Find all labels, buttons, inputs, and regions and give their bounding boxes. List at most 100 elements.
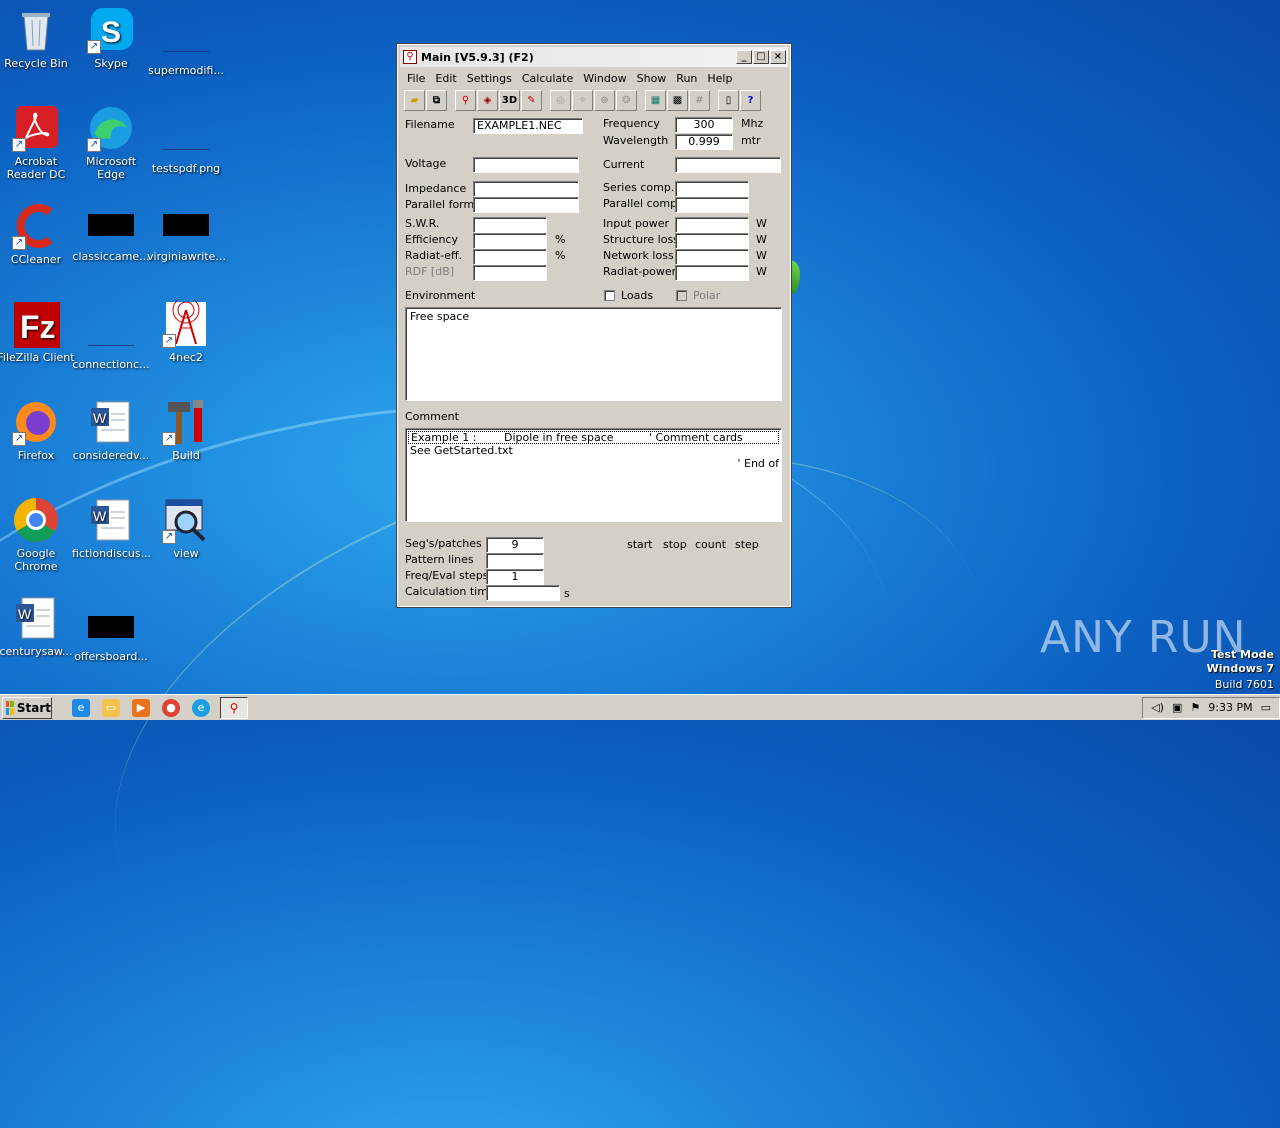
desktop-icon-view[interactable]: ↗ view (147, 496, 225, 560)
volume-icon[interactable]: ◁) (1151, 701, 1164, 714)
filename-field[interactable]: EXAMPLE1.NEC (473, 118, 583, 134)
desktop-icon-supermodifi[interactable]: supermodifi... (147, 6, 225, 77)
comment-cell: Dipole in free space (504, 431, 614, 444)
maximize-button[interactable]: □ (753, 50, 769, 64)
radiat-eff-field[interactable] (473, 249, 547, 265)
desktop-icon-ccleaner[interactable]: ↗ CCleaner (0, 202, 75, 266)
desktop-icon-label: Skype (94, 57, 128, 70)
menu-settings[interactable]: Settings (462, 71, 517, 86)
voltage-field[interactable] (473, 157, 579, 173)
word-document-icon: W (12, 594, 60, 642)
wavelength-field[interactable]: 0.999 (675, 134, 733, 150)
environment-textarea[interactable]: Free space (405, 307, 782, 401)
network-loss-field[interactable] (675, 249, 749, 265)
structure-loss-field[interactable] (675, 233, 749, 249)
desktop-icon-consideredv[interactable]: W consideredv... (72, 398, 150, 462)
desktop-icon-connectionc[interactable]: connectionc... (72, 300, 150, 371)
stop-label: stop (663, 538, 687, 551)
start-label: start (627, 538, 653, 551)
open-folder-icon[interactable]: ▰ (404, 90, 425, 111)
cube-icon[interactable]: ◈ (477, 90, 498, 111)
environment-label: Environment (405, 289, 476, 302)
pattern-icon[interactable]: ◎ (550, 90, 571, 111)
efficiency-field[interactable] (473, 233, 547, 249)
start-button[interactable]: Start (2, 696, 52, 719)
desktop-icon-skype[interactable]: S ↗ Skype (72, 6, 150, 70)
grid-icon[interactable]: ▩ (667, 90, 688, 111)
media-player-icon[interactable]: ▶ (132, 698, 150, 717)
action-center-flag-icon[interactable]: ⚑ (1190, 701, 1200, 714)
network-icon[interactable]: ▣ (1172, 701, 1182, 714)
comment-textarea[interactable]: Example 1 : Dipole in free space ' Comme… (405, 428, 782, 522)
edge-taskbar-icon[interactable]: e (192, 698, 210, 717)
pattern-lines-field[interactable] (486, 553, 544, 569)
minimize-button[interactable]: _ (736, 50, 752, 64)
desktop-icon-label: Firefox (17, 449, 55, 462)
menu-show[interactable]: Show (632, 71, 672, 86)
desktop-icon-label: connectionc... (72, 358, 150, 371)
desktop-icon-firefox[interactable]: ↗ Firefox (0, 398, 75, 462)
desktop-icon-acrobat[interactable]: ↗ Acrobat Reader DC (0, 104, 75, 181)
window-titlebar[interactable]: ⚲ Main [V5.9.3] (F2) _ □ × (400, 47, 788, 67)
menu-help[interactable]: Help (702, 71, 737, 86)
comment-cell: ' Comment cards (649, 431, 743, 444)
view-3d-button[interactable]: 3D (499, 90, 520, 111)
chrome-taskbar-icon[interactable]: ● (162, 698, 180, 717)
book-icon[interactable]: ▯ (718, 90, 739, 111)
desktop-icon-edge[interactable]: ↗ Microsoft Edge (72, 104, 150, 181)
desktop-icon-label: virginiawrite... (147, 250, 226, 263)
rdf-field[interactable] (473, 265, 547, 281)
radiat-power-field[interactable] (675, 265, 749, 281)
internet-explorer-icon[interactable]: e (72, 698, 90, 717)
desktop-icon-4nec2[interactable]: ↗ 4nec2 (147, 296, 225, 364)
desktop-icon-filezilla[interactable]: Fz FileZilla Client (0, 300, 75, 364)
frequency-field[interactable]: 300 (675, 117, 733, 133)
desktop-icon-label: testspdf.png (151, 162, 221, 175)
input-power-field[interactable] (675, 217, 749, 233)
desktop-icon-virginiawrite[interactable]: virginiawrite... (147, 202, 226, 263)
menu-file[interactable]: File (402, 71, 430, 86)
desktop-icon-recycle-bin[interactable]: Recycle Bin (0, 6, 75, 70)
4nec2-taskbar-button[interactable]: ⚲ (220, 696, 248, 719)
optimize-icon[interactable]: ✧ (572, 90, 593, 111)
desktop-icon-chrome[interactable]: Google Chrome (0, 496, 75, 573)
antenna-icon[interactable]: ⚲ (455, 90, 476, 111)
loads-checkbox[interactable] (604, 290, 615, 301)
hash-icon[interactable]: # (689, 90, 710, 111)
desktop-icon-offersboard[interactable]: offersboard... (72, 594, 150, 663)
desktop-icon-fictiondiscus[interactable]: W fictiondiscus... (72, 496, 151, 560)
shortcut-arrow-icon: ↗ (162, 432, 176, 446)
current-field[interactable] (675, 157, 781, 173)
desktop-icon-label: consideredv... (72, 449, 150, 462)
series-comp-field[interactable] (675, 181, 749, 197)
parallel-form-field[interactable] (473, 197, 579, 213)
desktop-icon-classiccame[interactable]: classiccame... (72, 202, 150, 263)
chrome-icon (12, 496, 60, 544)
menu-edit[interactable]: Edit (430, 71, 461, 86)
comment-row-selected[interactable]: Example 1 : Dipole in free space ' Comme… (408, 431, 779, 444)
smith-icon[interactable]: ❂ (616, 90, 637, 111)
close-button[interactable]: × (770, 50, 786, 64)
explorer-folder-icon[interactable]: ▭ (102, 698, 120, 717)
menu-run[interactable]: Run (671, 71, 702, 86)
parallel-comp-field[interactable] (675, 197, 749, 213)
windows-icon[interactable]: ⧉ (426, 90, 447, 111)
calc-time-field[interactable] (486, 585, 560, 601)
impedance-field[interactable] (473, 181, 579, 197)
desktop-icon-testspdf[interactable]: testspdf.png (147, 104, 225, 175)
freq-eval-field[interactable]: 1 (486, 569, 544, 585)
help-icon[interactable]: ? (740, 90, 761, 111)
polar-label: Polar (693, 289, 721, 302)
edit-icon[interactable]: ✎ (521, 90, 542, 111)
desktop-icon-centurysaw[interactable]: W centurysaw... (0, 594, 75, 658)
menu-window[interactable]: Window (578, 71, 631, 86)
show-desktop-icon[interactable]: ▭ (1261, 701, 1271, 714)
desktop-icon-build[interactable]: ↗ Build (147, 398, 225, 462)
calculator-icon[interactable]: ▦ (645, 90, 666, 111)
menu-calculate[interactable]: Calculate (517, 71, 578, 86)
clock[interactable]: 9:33 PM (1208, 701, 1252, 714)
swr-field[interactable] (473, 217, 547, 233)
segs-field[interactable]: 9 (486, 537, 544, 553)
sweep-icon[interactable]: ⊛ (594, 90, 615, 111)
polar-checkbox[interactable] (676, 290, 687, 301)
